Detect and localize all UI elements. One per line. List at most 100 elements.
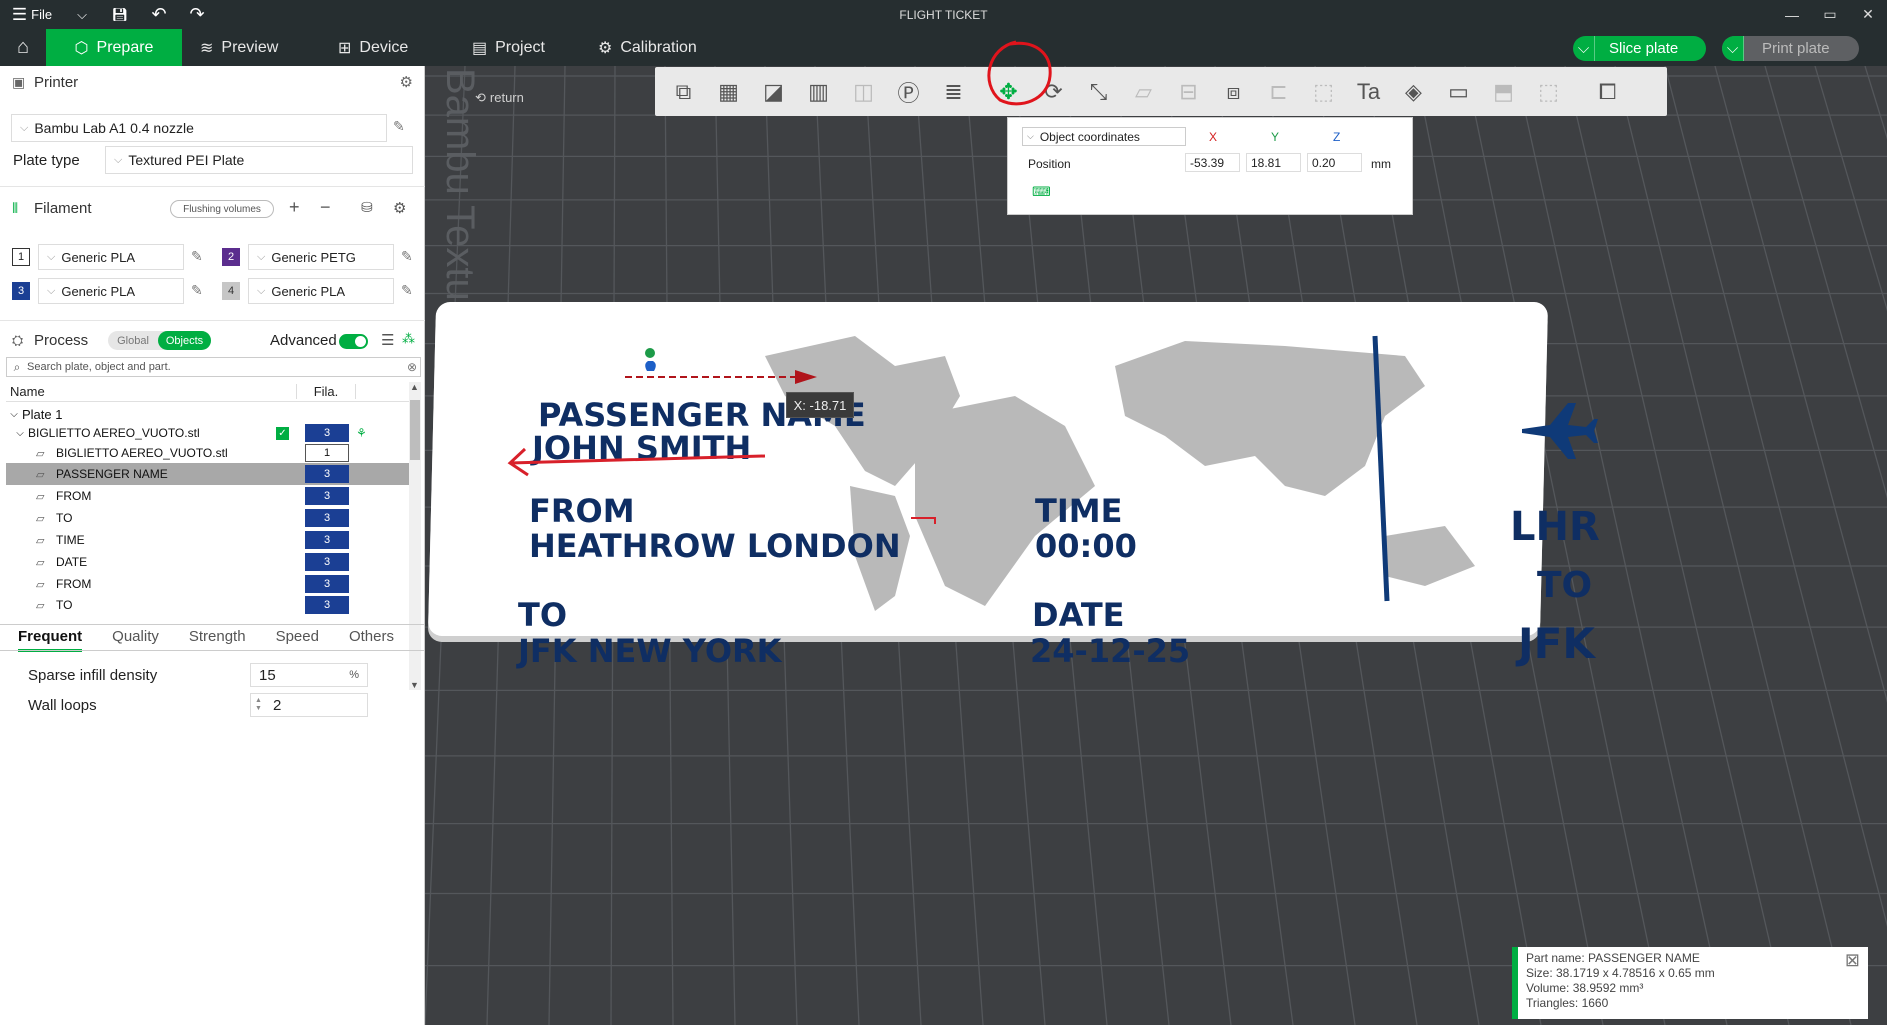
- edit-icon[interactable]: ✎: [401, 282, 413, 299]
- tab-quality[interactable]: Quality: [112, 628, 159, 652]
- scrollbar-thumb[interactable]: [410, 400, 420, 460]
- advanced-toggle[interactable]: [339, 334, 368, 349]
- close-window-icon[interactable]: ✕: [1849, 0, 1887, 29]
- filament-slot-2-select[interactable]: ⌵ Generic PETG: [248, 244, 394, 270]
- boolean-icon[interactable]: ⧈: [1211, 72, 1256, 112]
- part-row[interactable]: ▱ FROM 3: [6, 485, 409, 507]
- tab-strength[interactable]: Strength: [189, 628, 246, 652]
- y-axis-handle[interactable]: [645, 348, 655, 358]
- file-menu[interactable]: ☰ File: [0, 0, 64, 29]
- lay-on-face-icon[interactable]: ▱: [1121, 72, 1166, 112]
- part-row-selected[interactable]: ▱ PASSENGER NAME 3: [6, 463, 409, 485]
- paint-icon[interactable]: ⚘: [356, 426, 367, 440]
- filament-slot-4-select[interactable]: ⌵ Generic PLA: [248, 278, 394, 304]
- edit-icon[interactable]: ✎: [393, 118, 405, 135]
- filament-slot-3-select[interactable]: ⌵ Generic PLA: [38, 278, 184, 304]
- wall-loops-stepper[interactable]: ▲ ▼ 2: [250, 693, 368, 717]
- assemble-icon[interactable]: ⬒: [1481, 72, 1526, 112]
- tab-preview[interactable]: ≋ Preview: [182, 29, 320, 66]
- home-tab[interactable]: ⌂: [0, 29, 46, 66]
- support-paint-icon[interactable]: ⊏: [1256, 72, 1301, 112]
- global-objects-toggle[interactable]: Global Objects: [108, 331, 211, 350]
- tab-speed[interactable]: Speed: [276, 628, 319, 652]
- add-plate-icon[interactable]: ▦: [706, 72, 751, 112]
- tab-calibration[interactable]: ⚙ Calibration: [580, 29, 730, 66]
- checkbox-icon[interactable]: ✓: [276, 426, 289, 440]
- tab-prepare[interactable]: ⬡ Prepare: [46, 29, 182, 66]
- save-icon[interactable]: 💾︎: [100, 0, 140, 29]
- keyboard-icon[interactable]: ⌨: [1032, 184, 1051, 200]
- part-row[interactable]: ▱ BIGLIETTO AEREO_VUOTO.stl 1: [6, 442, 409, 464]
- sync-icon[interactable]: ⛁: [361, 199, 373, 216]
- part-row[interactable]: ▱ TIME 3: [6, 529, 409, 551]
- filament-slot-1-badge[interactable]: 1: [12, 248, 30, 266]
- auto-orient-icon[interactable]: ◪: [751, 72, 796, 112]
- infill-input[interactable]: 15%: [250, 663, 368, 687]
- seam-paint-icon[interactable]: ⬚: [1301, 72, 1346, 112]
- scroll-down-icon[interactable]: ▼: [410, 680, 419, 690]
- plate-settings-icon[interactable]: Ⓟ: [886, 72, 931, 112]
- filament-slot-2-badge[interactable]: 2: [222, 248, 240, 266]
- gear-icon[interactable]: ⚙: [393, 199, 406, 217]
- scroll-up-icon[interactable]: ▲: [410, 382, 419, 392]
- maximize-icon[interactable]: ▭: [1811, 0, 1849, 29]
- plate-type-select[interactable]: ⌵ Textured PEI Plate: [105, 146, 413, 174]
- filament-slot-3-badge[interactable]: 3: [12, 282, 30, 300]
- fila-column-header[interactable]: Fila.: [296, 384, 356, 399]
- chevron-down-icon[interactable]: ⌵: [64, 0, 100, 29]
- filament-slot-4-badge[interactable]: 4: [222, 282, 240, 300]
- move-handle[interactable]: [645, 361, 656, 371]
- part-row[interactable]: ▱ TO 3: [6, 595, 409, 615]
- add-filament-icon[interactable]: +: [289, 197, 300, 218]
- undo-icon[interactable]: ↶: [140, 0, 178, 29]
- close-icon[interactable]: ⊠: [1845, 951, 1860, 969]
- printer-select[interactable]: ⌵ Bambu Lab A1 0.4 nozzle: [11, 114, 387, 142]
- redo-icon[interactable]: ↷: [178, 0, 216, 29]
- split-icon[interactable]: ◫: [841, 72, 886, 112]
- filament-slot-1-select[interactable]: ⌵ Generic PLA: [38, 244, 184, 270]
- part-fila-badge[interactable]: 1: [305, 444, 349, 462]
- coordinate-system-select[interactable]: ⌵ Object coordinates: [1022, 127, 1186, 146]
- collapse-icon[interactable]: ⌵: [6, 409, 22, 420]
- position-x-input[interactable]: -53.39: [1185, 153, 1240, 172]
- object-row[interactable]: ⌵ BIGLIETTO AEREO_VUOTO.stl ✓ 3 ⚘: [6, 422, 409, 444]
- arrange-icon[interactable]: ▥: [796, 72, 841, 112]
- compare-icon[interactable]: ⁂: [402, 331, 415, 347]
- object-fila-badge[interactable]: 3: [305, 424, 349, 442]
- list-view-icon[interactable]: ☰: [381, 331, 394, 349]
- variable-layer-icon[interactable]: ≣: [931, 72, 976, 112]
- edit-icon[interactable]: ✎: [401, 248, 413, 265]
- slice-plate-button[interactable]: ⌵ Slice plate: [1573, 36, 1706, 61]
- part-row[interactable]: ▱ DATE 3: [6, 551, 409, 573]
- part-fila-badge[interactable]: 3: [305, 531, 349, 549]
- part-fila-badge[interactable]: 3: [305, 575, 349, 593]
- part-fila-badge[interactable]: 3: [305, 465, 349, 483]
- part-fila-badge[interactable]: 3: [305, 509, 349, 527]
- chevron-down-icon[interactable]: ⌵: [1573, 36, 1595, 61]
- name-column-header[interactable]: Name: [6, 384, 296, 399]
- flushing-volumes-button[interactable]: Flushing volumes: [170, 200, 274, 218]
- assembly-view-icon[interactable]: ⧠: [1585, 72, 1630, 112]
- color-paint-icon[interactable]: ◈: [1391, 72, 1436, 112]
- edit-icon[interactable]: ✎: [191, 248, 203, 265]
- text-icon[interactable]: Ta: [1346, 72, 1391, 112]
- tab-project[interactable]: ▤ Project: [454, 29, 580, 66]
- cut-icon[interactable]: ⊟: [1166, 72, 1211, 112]
- objects-option[interactable]: Objects: [158, 331, 211, 350]
- tab-frequent[interactable]: Frequent: [18, 628, 83, 652]
- position-y-input[interactable]: 18.81: [1246, 153, 1301, 172]
- search-bar[interactable]: ⌕ Search plate, object and part. ⊗: [6, 357, 421, 377]
- search-input[interactable]: Search plate, object and part.: [27, 361, 171, 373]
- scale-icon[interactable]: ⤡: [1076, 72, 1121, 112]
- chevron-down-icon[interactable]: ⌵: [1722, 36, 1744, 61]
- part-fila-badge[interactable]: 3: [305, 596, 349, 614]
- tab-device[interactable]: ⊞ Device: [320, 29, 454, 66]
- measure-icon[interactable]: ▭: [1436, 72, 1481, 112]
- minimize-icon[interactable]: —: [1773, 0, 1811, 29]
- stepper-icon[interactable]: ▲ ▼: [255, 697, 263, 713]
- collapse-icon[interactable]: ⌵: [12, 428, 28, 439]
- position-z-input[interactable]: 0.20: [1307, 153, 1362, 172]
- part-fila-badge[interactable]: 3: [305, 553, 349, 571]
- remove-filament-icon[interactable]: −: [320, 197, 331, 218]
- clear-icon[interactable]: ⊗: [407, 360, 417, 374]
